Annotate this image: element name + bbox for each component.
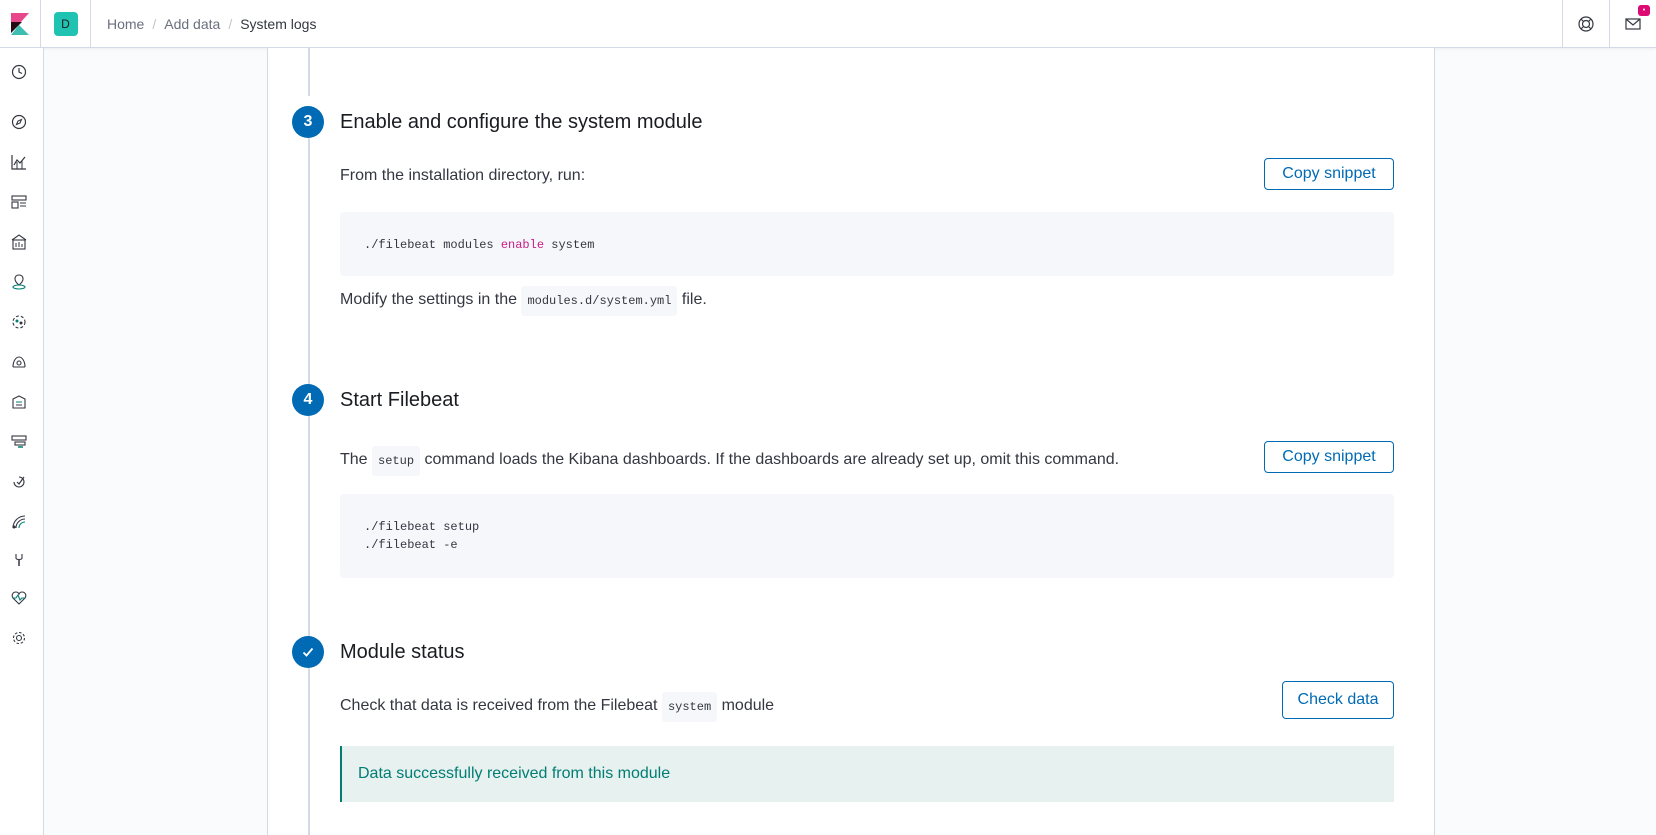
discover-compass-icon[interactable] (10, 113, 28, 131)
apm-icon[interactable] (10, 433, 28, 451)
monitoring-icon[interactable] (10, 589, 28, 607)
code-block[interactable]: ./filebeat modules enable system (340, 212, 1394, 276)
management-gear-icon[interactable] (10, 629, 28, 647)
main-panel: 3 Enable and configure the system module… (267, 48, 1435, 835)
canvas-icon[interactable] (10, 233, 28, 251)
step-title: Start Filebeat (340, 389, 459, 411)
help-button[interactable] (1562, 0, 1609, 48)
modify-settings-text: Modify the settings in the modules.d/sys… (340, 286, 707, 316)
breadcrumb-separator: / (228, 15, 233, 32)
breadcrumb: Home / Add data / System logs (91, 16, 316, 32)
recent-clock-icon[interactable] (10, 63, 28, 81)
breadcrumb-home[interactable]: Home (107, 16, 144, 32)
text-fragment: Check that data is received from the Fil… (340, 697, 662, 714)
text-fragment: Modify the settings in the (340, 291, 522, 308)
check-icon (302, 647, 314, 657)
ml-icon[interactable] (10, 313, 28, 331)
code-text: system (544, 238, 595, 252)
text-fragment: file. (677, 291, 707, 308)
uptime-icon[interactable] (10, 473, 28, 491)
timeline-line (308, 48, 310, 96)
code-line: ./filebeat setup (364, 520, 480, 534)
inline-code: system (661, 692, 718, 722)
step-title: Enable and configure the system module (340, 111, 703, 133)
metrics-icon[interactable] (10, 353, 28, 371)
text-fragment: command loads the Kibana dashboards. If … (420, 451, 1120, 468)
check-data-button[interactable]: Check data (1282, 681, 1394, 719)
step-number-4: 4 (292, 384, 324, 416)
code-block[interactable]: ./filebeat setup ./filebeat -e (340, 494, 1394, 578)
inline-code: setup (372, 446, 421, 476)
space-avatar: D (53, 11, 78, 36)
maps-icon[interactable] (10, 273, 28, 291)
newsfeed-button[interactable]: • (1609, 0, 1656, 48)
code-line: ./filebeat -e (364, 538, 458, 552)
dashboard-icon[interactable] (10, 193, 28, 211)
top-header: D Home / Add data / System logs • (0, 0, 1656, 48)
space-selector[interactable]: D (41, 0, 91, 48)
step-title: Module status (340, 641, 465, 663)
copy-snippet-button[interactable]: Copy snippet (1264, 441, 1394, 473)
logs-icon[interactable] (10, 393, 28, 411)
siem-icon[interactable] (10, 513, 28, 531)
side-nav (0, 48, 44, 835)
dev-tools-icon[interactable] (10, 551, 28, 569)
notification-badge: • (1638, 5, 1650, 16)
breadcrumb-current: System logs (240, 15, 317, 32)
code-keyword: enable (500, 238, 545, 252)
timeline-line (308, 138, 310, 424)
header-actions: • (1562, 0, 1656, 48)
timeline-line (308, 416, 310, 666)
text-fragment: module (717, 697, 775, 714)
check-data-text: Check that data is received from the Fil… (340, 692, 775, 722)
text-fragment: The (340, 451, 373, 468)
success-callout: Data successfully received from this mod… (340, 746, 1394, 802)
mail-icon (1625, 18, 1641, 30)
breadcrumb-separator: / (152, 15, 157, 32)
visualize-chart-icon[interactable] (10, 153, 28, 171)
inline-code: modules.d/system.yml (521, 286, 678, 316)
help-lifebuoy-icon (1578, 16, 1594, 32)
setup-description-text: The setup command loads the Kibana dashb… (340, 446, 1120, 476)
breadcrumb-add-data[interactable]: Add data (164, 16, 220, 32)
step-complete-check (292, 636, 324, 668)
copy-snippet-button[interactable]: Copy snippet (1264, 158, 1394, 190)
step-intro-text: From the installation directory, run: (340, 167, 586, 184)
code-text: ./filebeat modules (364, 238, 501, 252)
kibana-logo[interactable] (0, 0, 41, 48)
kibana-logo-icon (11, 12, 29, 35)
step-number-3: 3 (292, 106, 324, 138)
timeline-line (308, 668, 310, 835)
